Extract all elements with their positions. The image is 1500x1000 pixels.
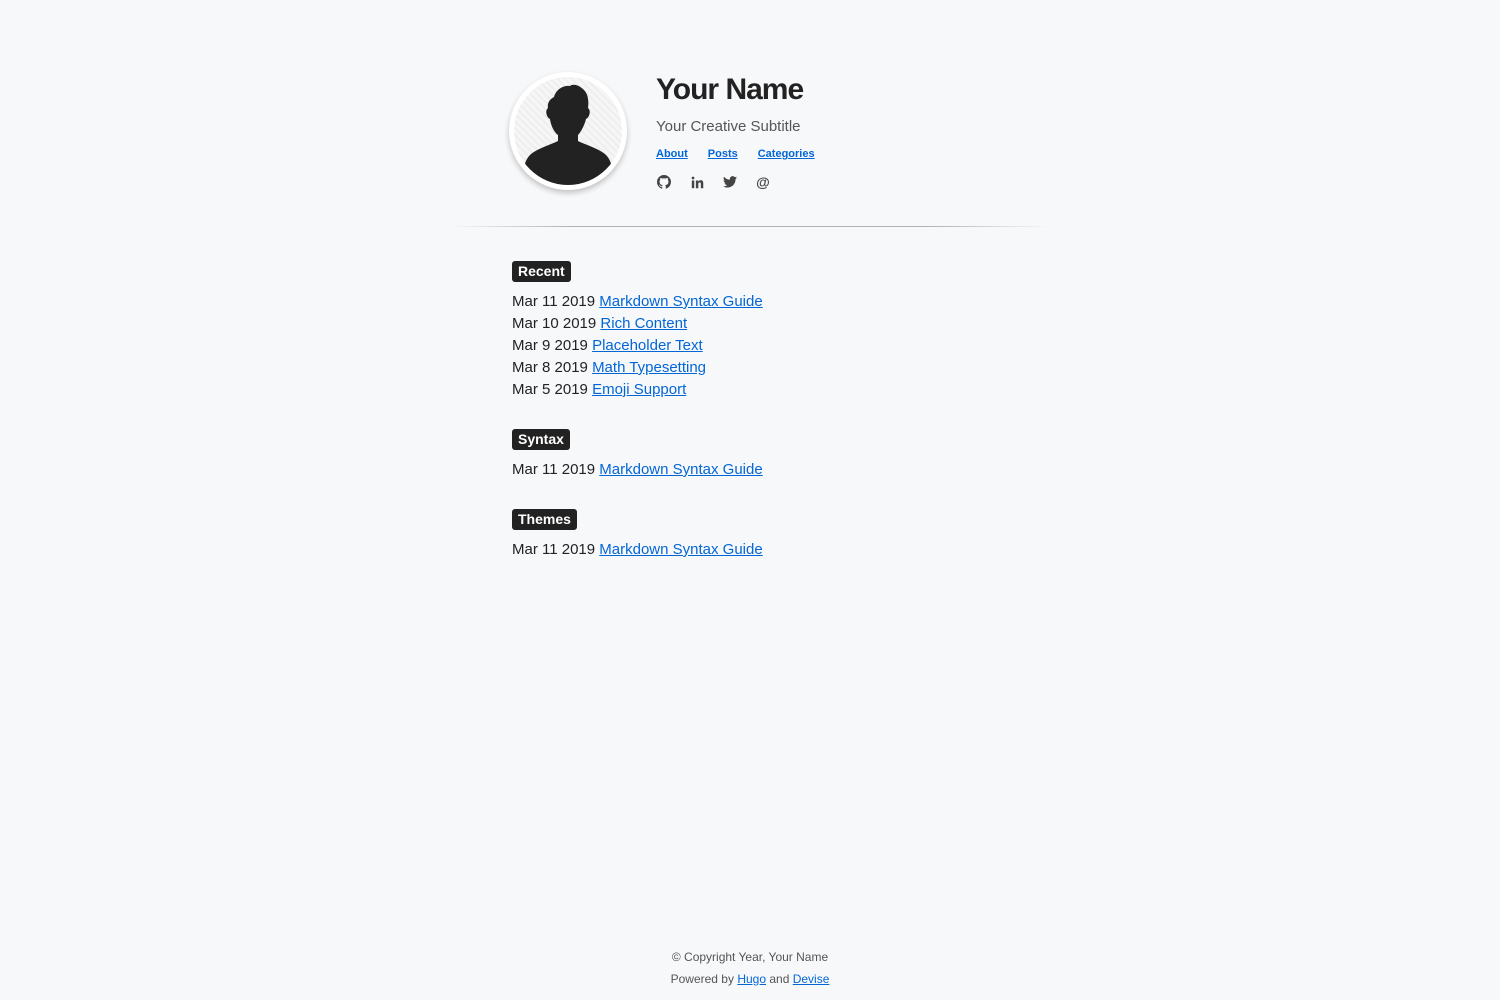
list-item: Mar 9 2019 Placeholder Text: [512, 335, 1072, 357]
post-list: Mar 11 2019 Markdown Syntax Guide: [512, 459, 1072, 481]
post-link[interactable]: Rich Content: [600, 315, 687, 332]
powered-by: Powered by Hugo and Devise: [0, 968, 1500, 990]
section-themes: Themes Mar 11 2019 Markdown Syntax Guide: [512, 509, 1072, 561]
devise-link[interactable]: Devise: [793, 972, 830, 986]
section-badge: Syntax: [512, 429, 570, 450]
section-syntax: Syntax Mar 11 2019 Markdown Syntax Guide: [512, 429, 1072, 481]
post-link[interactable]: Markdown Syntax Guide: [599, 293, 762, 310]
site-footer: © Copyright Year, Your Name Powered by H…: [0, 946, 1500, 990]
list-item: Mar 11 2019 Markdown Syntax Guide: [512, 539, 1072, 561]
section-badge: Themes: [512, 509, 577, 530]
post-link[interactable]: Markdown Syntax Guide: [599, 461, 762, 478]
post-date: Mar 11 2019: [512, 461, 596, 478]
post-list: Mar 11 2019 Markdown Syntax Guide Mar 10…: [512, 291, 1072, 401]
powered-by-label: Powered by: [670, 972, 734, 986]
post-date: Mar 10 2019: [512, 315, 597, 332]
twitter-icon[interactable]: [723, 175, 737, 189]
post-link[interactable]: Emoji Support: [592, 381, 686, 398]
site-subtitle: Your Creative Subtitle: [656, 118, 801, 135]
post-date: Mar 11 2019: [512, 541, 596, 558]
post-date: Mar 9 2019: [512, 337, 588, 354]
nav-link-categories[interactable]: Categories: [758, 147, 815, 161]
list-item: Mar 11 2019 Markdown Syntax Guide: [512, 459, 1072, 481]
avatar: [509, 72, 627, 190]
nav-link-about[interactable]: About: [656, 147, 688, 161]
copyright-text: © Copyright Year, Your Name: [671, 950, 829, 964]
post-link[interactable]: Markdown Syntax Guide: [599, 541, 762, 558]
site-header: Your Name Your Creative Subtitle About P…: [509, 72, 1009, 202]
list-item: Mar 11 2019 Markdown Syntax Guide: [512, 291, 1072, 313]
hugo-link[interactable]: Hugo: [737, 972, 766, 986]
person-silhouette-icon: [522, 84, 614, 185]
list-item: Mar 5 2019 Emoji Support: [512, 379, 1072, 401]
github-icon[interactable]: [657, 175, 671, 189]
post-list: Mar 11 2019 Markdown Syntax Guide: [512, 539, 1072, 561]
header-divider: [450, 226, 1050, 227]
list-item: Mar 8 2019 Math Typesetting: [512, 357, 1072, 379]
avatar-image: [514, 77, 622, 185]
main-content: Recent Mar 11 2019 Markdown Syntax Guide…: [512, 261, 1072, 589]
social-links: @: [657, 175, 770, 189]
post-date: Mar 8 2019: [512, 359, 588, 376]
post-link[interactable]: Placeholder Text: [592, 337, 703, 354]
section-recent: Recent Mar 11 2019 Markdown Syntax Guide…: [512, 261, 1072, 401]
list-item: Mar 10 2019 Rich Content: [512, 313, 1072, 335]
site-title: Your Name: [656, 73, 804, 106]
section-badge: Recent: [512, 261, 571, 282]
post-date: Mar 11 2019: [512, 293, 596, 310]
post-link[interactable]: Math Typesetting: [592, 359, 706, 376]
post-date: Mar 5 2019: [512, 381, 588, 398]
and-text: and: [769, 972, 790, 986]
main-nav: About Posts Categories: [656, 147, 815, 161]
email-at-icon[interactable]: @: [756, 175, 770, 189]
linkedin-icon[interactable]: [690, 175, 704, 189]
nav-link-posts[interactable]: Posts: [708, 147, 738, 161]
